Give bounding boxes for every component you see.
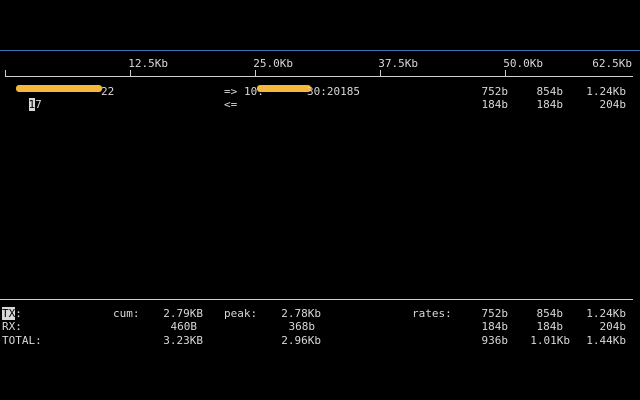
top-border	[0, 50, 640, 51]
tx-label-colon: :	[15, 307, 22, 320]
direction-in-arrow: <=	[224, 98, 238, 111]
tx-label-cursor: TX	[2, 307, 16, 320]
total-label: TOTAL:	[2, 334, 42, 347]
rx-rate-2s: 184b	[481, 320, 509, 333]
dest-host-redaction	[257, 85, 311, 92]
scale-label-12-5kb: 12.5Kb	[128, 57, 168, 70]
conn-rx-rate-10s: 184b	[536, 98, 564, 111]
scale-tick	[130, 70, 131, 76]
total-peak-value: 2.96Kb	[281, 334, 321, 347]
scale-tick	[255, 70, 256, 76]
rx-rate-10s: 184b	[536, 320, 564, 333]
source-host-visible: 7	[35, 98, 42, 111]
scale-tick	[505, 70, 506, 76]
scale-label-37-5kb: 37.5Kb	[378, 57, 418, 70]
rx-label: RX:	[2, 320, 22, 333]
total-rate-2s: 936b	[481, 334, 509, 347]
rx-peak-value: 368b	[288, 320, 316, 333]
rates-label: rates:	[412, 307, 452, 320]
tx-label: TX:	[2, 307, 22, 320]
total-cum-value: 3.23KB	[163, 334, 203, 347]
scale-label-25kb: 25.0Kb	[253, 57, 293, 70]
tx-rate-40s: 1.24Kb	[586, 307, 626, 320]
tx-rate-10s: 854b	[536, 307, 564, 320]
rx-cum-value: 460B	[170, 320, 198, 333]
tx-cum-value: 2.79KB	[163, 307, 203, 320]
conn-tx-rate-10s: 854b	[536, 85, 564, 98]
total-rate-10s: 1.01Kb	[530, 334, 570, 347]
tx-peak-value: 2.78Kb	[281, 307, 321, 320]
dest-host-port: 30:20185	[307, 85, 360, 98]
scale-tick	[5, 70, 6, 76]
scale-tick	[380, 70, 381, 76]
conn-rx-rate-40s: 204b	[599, 98, 627, 111]
scale-axis-line	[5, 76, 633, 77]
tx-rate-2s: 752b	[481, 307, 509, 320]
conn-tx-rate-2s: 752b	[481, 85, 509, 98]
source-host-tail: 22	[101, 85, 115, 98]
scale-label-62-5kb: 62.5Kb	[592, 57, 632, 70]
conn-tx-rate-40s: 1.24Kb	[586, 85, 626, 98]
footer-separator	[0, 299, 633, 300]
direction-out-arrow: =>	[224, 85, 238, 98]
rx-rate-40s: 204b	[599, 320, 627, 333]
scale-label-50kb: 50.0Kb	[503, 57, 543, 70]
cum-label: cum:	[113, 307, 140, 320]
total-rate-40s: 1.44Kb	[586, 334, 626, 347]
source-host-redaction	[16, 85, 102, 92]
conn-rx-rate-2s: 184b	[481, 98, 509, 111]
peak-label: peak:	[224, 307, 258, 320]
